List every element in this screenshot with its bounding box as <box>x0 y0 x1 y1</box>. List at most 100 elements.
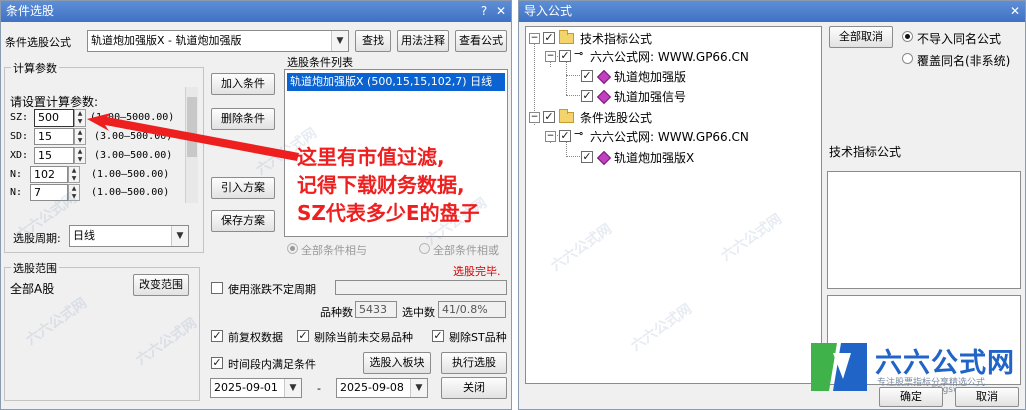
param-input[interactable]: 500 <box>34 109 74 127</box>
down-arrow-icon[interactable]: ▼ <box>75 156 85 164</box>
close-icon[interactable]: ✕ <box>1008 4 1022 18</box>
down-arrow-icon[interactable]: ▼ <box>69 175 79 183</box>
close-icon[interactable]: ✕ <box>494 4 508 18</box>
expand-minus-icon[interactable]: − <box>545 131 556 142</box>
cancel-button[interactable]: 取消 <box>955 387 1019 407</box>
cond-root-checkbox[interactable]: ✓ <box>543 111 555 123</box>
radio-overwrite-label: 覆盖同名(非系统) <box>917 54 1011 68</box>
stock-count-field: 5433 <box>355 301 397 318</box>
tech-site-checkbox[interactable]: ✓ <box>559 50 571 62</box>
time-range-label: 时间段内满足条件 <box>228 358 316 371</box>
down-arrow-icon[interactable]: ▼ <box>75 118 85 126</box>
radio-all-or-label: 全部条件相或 <box>433 244 499 257</box>
chevron-down-icon[interactable]: ▼ <box>331 31 348 51</box>
annotation-line: 记得下载财务数据, <box>297 173 465 197</box>
annotation-line: SZ代表多少E的盘子 <box>297 201 480 225</box>
exclude-st-checkbox[interactable]: ✓ <box>432 330 444 342</box>
view-formula-button[interactable]: 查看公式 <box>455 30 507 52</box>
tech-site-label[interactable]: 六六公式网: WWW.GP66.CN <box>590 48 749 65</box>
tech-item-checkbox[interactable]: ✓ <box>581 70 593 82</box>
left-window-title: 条件选股 <box>6 4 55 18</box>
add-to-block-button[interactable]: 选股入板块 <box>363 352 431 374</box>
description-box[interactable] <box>827 171 1021 289</box>
cond-site-checkbox[interactable]: ✓ <box>559 130 571 142</box>
tree-connector <box>566 95 580 96</box>
tech-item-checkbox[interactable]: ✓ <box>581 90 593 102</box>
radio-overwrite-same-name[interactable] <box>902 53 913 64</box>
radio-all-and[interactable] <box>287 243 298 254</box>
formula-tree[interactable]: − ✓ 技术指标公式 − ✓ ⊸ 六六公式网: WWW.GP66.CN ✓ 轨道… <box>525 26 822 384</box>
calc-params-prompt: 请设置计算参数: <box>10 95 99 109</box>
cond-item-label[interactable]: 轨道炮加强版X <box>614 149 694 166</box>
calc-params-title: 计算参数 <box>11 60 59 76</box>
chevron-down-icon[interactable]: ▼ <box>171 226 188 246</box>
chevron-down-icon[interactable]: ▼ <box>284 379 301 397</box>
up-arrow-icon[interactable]: ▲ <box>75 148 85 156</box>
selected-value: 41/0.8% <box>442 303 488 316</box>
param-value: 7 <box>34 186 41 199</box>
right-window-title: 导入公式 <box>524 4 573 18</box>
param-value: 15 <box>38 149 52 162</box>
help-icon[interactable]: ? <box>477 4 491 18</box>
cond-root-label[interactable]: 条件选股公式 <box>580 109 652 126</box>
param-input[interactable]: 102 <box>30 166 68 183</box>
date-to-picker[interactable]: 2025-09-08 ▼ <box>336 378 428 398</box>
cond-site-label[interactable]: 六六公式网: WWW.GP66.CN <box>590 128 749 145</box>
tech-root-checkbox[interactable]: ✓ <box>543 32 555 44</box>
close-button[interactable]: 关闭 <box>441 377 507 399</box>
condition-list-item[interactable]: 轨道炮加强版X (500,15,15,102,7) 日线 <box>287 73 505 91</box>
radio-no-import-same-name[interactable] <box>902 31 913 42</box>
down-arrow-icon[interactable]: ▼ <box>75 137 85 145</box>
use-period-checkbox[interactable] <box>211 282 223 294</box>
param-value: 102 <box>34 168 55 181</box>
selected-label: 选中数 <box>402 306 435 319</box>
import-plan-button[interactable]: 引入方案 <box>211 177 275 199</box>
date-separator: - <box>317 382 321 395</box>
period-input[interactable] <box>335 280 507 295</box>
find-button[interactable]: 查找 <box>355 30 391 52</box>
exclude-untraded-label: 剔除当前未交易品种 <box>314 331 413 344</box>
expand-minus-icon[interactable]: − <box>545 51 556 62</box>
up-arrow-icon[interactable]: ▲ <box>75 129 85 137</box>
section-label: 技术指标公式 <box>829 145 902 159</box>
tech-item-label[interactable]: 轨道加强信号 <box>614 88 686 105</box>
ok-button[interactable]: 确定 <box>879 387 943 407</box>
exclude-untraded-checkbox[interactable]: ✓ <box>297 330 309 342</box>
right-title-bar: 导入公式 ✕ <box>519 1 1025 22</box>
chevron-down-icon[interactable]: ▼ <box>410 379 427 397</box>
expand-minus-icon[interactable]: − <box>529 112 540 123</box>
change-range-button[interactable]: 改变范围 <box>133 274 189 296</box>
watermark: 六六公式网 <box>628 301 695 355</box>
param-value: 15 <box>38 130 52 143</box>
expand-minus-icon[interactable]: − <box>529 33 540 44</box>
param-input[interactable]: 15 <box>34 147 74 164</box>
selected-field: 41/0.8% <box>438 301 506 318</box>
add-condition-button[interactable]: 加入条件 <box>211 73 275 95</box>
tech-root-label[interactable]: 技术指标公式 <box>580 30 652 47</box>
folder-icon <box>559 30 574 44</box>
key-icon: ⊸ <box>574 47 584 60</box>
param-input[interactable]: 15 <box>34 128 74 145</box>
cancel-all-button[interactable]: 全部取消 <box>829 26 893 48</box>
time-range-checkbox[interactable]: ✓ <box>211 357 223 369</box>
param-stepper[interactable]: ▲ ▼ <box>68 166 80 183</box>
folder-icon <box>559 109 574 123</box>
import-formula-window: 导入公式 ✕ − ✓ 技术指标公式 − ✓ ⊸ 六六公式网: WWW.GP66.… <box>518 0 1026 410</box>
prior-rights-checkbox[interactable]: ✓ <box>211 330 223 342</box>
up-arrow-icon[interactable]: ▲ <box>69 167 79 175</box>
exclude-st-label: 剔除ST品种 <box>449 331 507 344</box>
up-arrow-icon[interactable]: ▲ <box>75 110 85 118</box>
cond-item-checkbox[interactable]: ✓ <box>581 151 593 163</box>
param-name: SD: <box>10 131 29 142</box>
formula-combo[interactable]: 轨道炮加强版X - 轨道炮加强版 ▼ <box>87 30 349 52</box>
tech-item-label[interactable]: 轨道炮加强版 <box>614 68 686 85</box>
date-from-picker[interactable]: 2025-09-01 ▼ <box>210 378 302 398</box>
formula-combo-value: 轨道炮加强版X - 轨道炮加强版 <box>91 34 242 47</box>
tree-connector <box>566 156 580 157</box>
execute-selection-button[interactable]: 执行选股 <box>441 352 507 374</box>
save-plan-button[interactable]: 保存方案 <box>211 210 275 232</box>
period-combo[interactable]: 日线 ▼ <box>69 225 189 247</box>
usage-notes-button[interactable]: 用法注释 <box>397 30 449 52</box>
formula-label: 条件选股公式 <box>5 36 71 49</box>
radio-all-or[interactable] <box>419 243 430 254</box>
